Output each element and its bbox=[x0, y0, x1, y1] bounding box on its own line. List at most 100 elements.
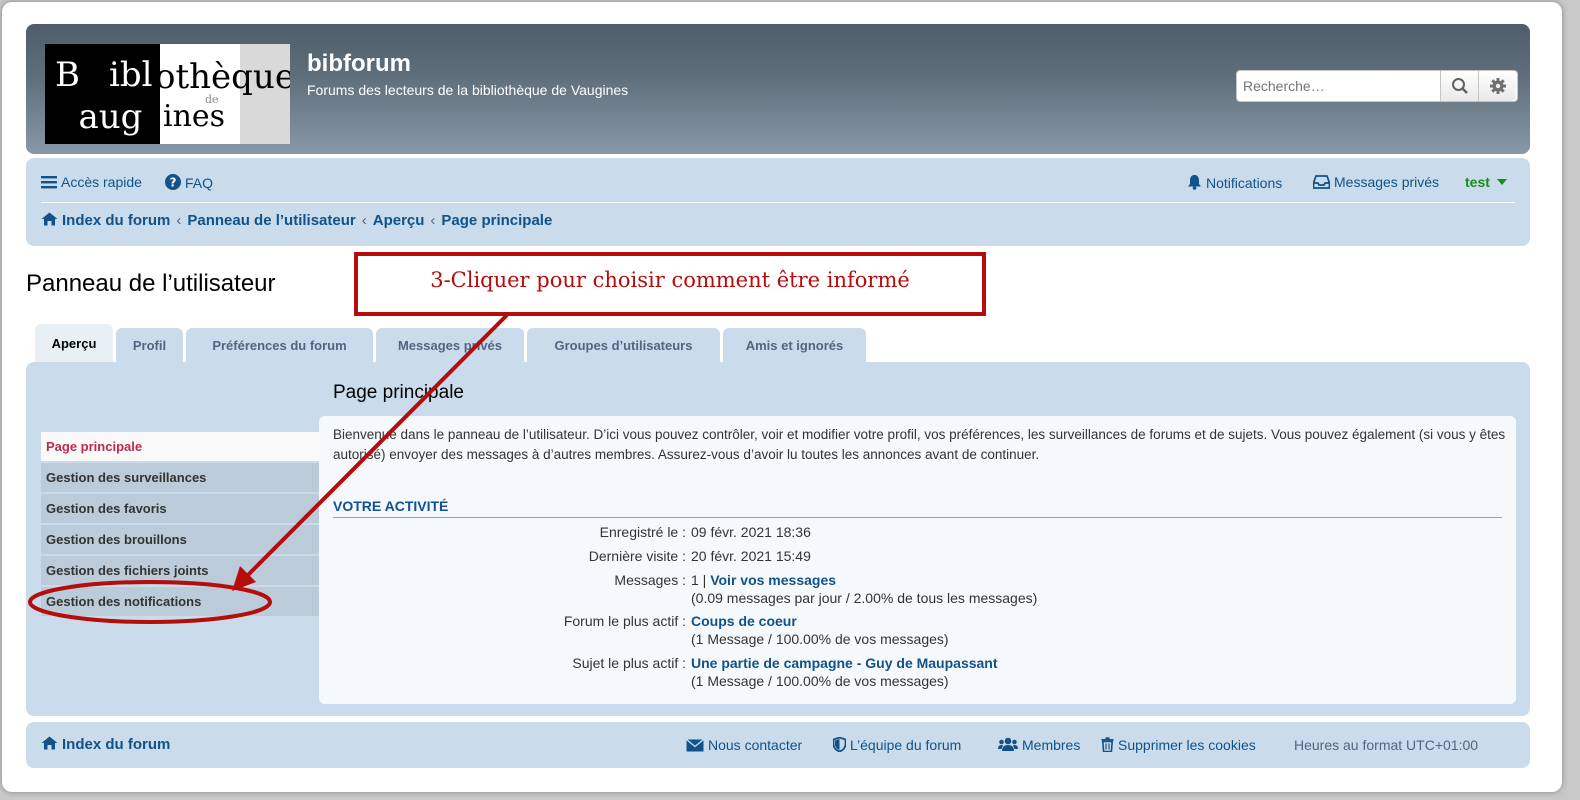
intro-text: Bienvenue dans le panneau de l’utilisate… bbox=[333, 427, 1506, 462]
logo-letter: de bbox=[205, 93, 219, 106]
side-menu-notifications[interactable]: Gestion des notifications bbox=[41, 587, 319, 616]
members-link[interactable]: Membres bbox=[998, 737, 1080, 753]
row-label: Forum le plus actif : bbox=[563, 613, 686, 629]
logo-letter: aug bbox=[78, 97, 143, 137]
trash-icon bbox=[1101, 737, 1114, 753]
browser-frame: B ibl othèque Vaug ines de bibforum Foru… bbox=[2, 2, 1562, 792]
tab-usergroups[interactable]: Groupes d’utilisateurs bbox=[527, 328, 720, 364]
quick-access-link[interactable]: Accès rapide bbox=[41, 174, 142, 190]
breadcrumb-separator: ‹ bbox=[361, 212, 367, 229]
quick-access-label: Accès rapide bbox=[61, 174, 142, 190]
username: test bbox=[1465, 174, 1490, 190]
row-sub: (1 Message / 100.00% de vos messages) bbox=[691, 631, 949, 647]
row-sub: (1 Message / 100.00% de vos messages) bbox=[691, 673, 949, 689]
gear-icon bbox=[1490, 78, 1506, 94]
tab-profile[interactable]: Profil bbox=[116, 328, 183, 364]
search-input[interactable] bbox=[1237, 71, 1440, 101]
notifications-link[interactable]: Notifications bbox=[1187, 174, 1282, 191]
tab-overview[interactable]: Aperçu bbox=[35, 324, 113, 364]
question-circle-icon: ? bbox=[165, 174, 181, 190]
team-link[interactable]: L’équipe du forum bbox=[832, 736, 962, 753]
tab-friends-foes[interactable]: Amis et ignorés bbox=[723, 328, 866, 364]
team-label: L’équipe du forum bbox=[850, 737, 962, 753]
breadcrumb-index[interactable]: Index du forum bbox=[62, 212, 170, 229]
breadcrumb-ucp[interactable]: Panneau de l’utilisateur bbox=[187, 212, 355, 229]
row-value: 09 févr. 2021 18:36 bbox=[691, 524, 811, 540]
row-value: Une partie de campagne - Guy de Maupassa… bbox=[691, 655, 998, 671]
contact-link[interactable]: Nous contacter bbox=[686, 737, 802, 753]
logo-letter: V bbox=[57, 97, 79, 137]
row-label: Messages : bbox=[614, 572, 686, 588]
caret-down-icon bbox=[1496, 179, 1507, 185]
row-label: Enregistré le : bbox=[599, 524, 686, 540]
logo-letter: ibl bbox=[109, 55, 153, 95]
row-sub: (0.09 messages par jour / 2.00% de tous … bbox=[691, 590, 1038, 606]
footer-index-link[interactable]: Index du forum bbox=[41, 736, 170, 753]
breadcrumb-main-page[interactable]: Page principale bbox=[441, 212, 552, 229]
search-button[interactable] bbox=[1440, 71, 1478, 101]
row-label: Sujet le plus actif : bbox=[572, 655, 686, 671]
row-value: 20 févr. 2021 15:49 bbox=[691, 548, 811, 564]
row-label: Dernière visite : bbox=[588, 548, 686, 564]
active-topic-link[interactable]: Une partie de campagne - Guy de Maupassa… bbox=[691, 655, 998, 671]
logo-letter: B bbox=[55, 55, 80, 95]
side-menu-attachments[interactable]: Gestion des fichiers joints bbox=[41, 556, 319, 585]
annotation-text: 3-Cliquer pour choisir comment être info… bbox=[430, 268, 910, 292]
logo-letter: Vaug bbox=[57, 100, 142, 134]
breadcrumb-overview[interactable]: Aperçu bbox=[373, 212, 425, 229]
private-messages-link[interactable]: Messages privés bbox=[1312, 174, 1440, 190]
row-value: Coups de coeur bbox=[691, 613, 797, 629]
search-icon bbox=[1452, 78, 1468, 94]
side-menu-drafts[interactable]: Gestion des brouillons bbox=[41, 525, 319, 554]
shield-icon bbox=[832, 736, 847, 753]
navbar-divider bbox=[41, 202, 1515, 203]
delete-cookies-label: Supprimer les cookies bbox=[1118, 737, 1256, 753]
tab-forum-preferences[interactable]: Préférences du forum bbox=[186, 328, 373, 364]
faq-link[interactable]: ? FAQ bbox=[165, 174, 213, 191]
logo-letter: othèque bbox=[155, 57, 290, 97]
content-title: Page principale bbox=[333, 382, 464, 403]
tab-private-messages[interactable]: Messages privés bbox=[376, 328, 524, 364]
faq-label: FAQ bbox=[185, 175, 214, 191]
site-description: Forums des lecteurs de la bibliothèque d… bbox=[307, 82, 629, 98]
footer-index-label: Index du forum bbox=[62, 736, 171, 753]
breadcrumb-separator: ‹ bbox=[430, 212, 436, 229]
delete-cookies-link[interactable]: Supprimer les cookies bbox=[1101, 737, 1256, 753]
content-box: Bienvenue dans le panneau de l’utilisate… bbox=[319, 416, 1516, 704]
active-forum-link[interactable]: Coups de coeur bbox=[691, 613, 797, 629]
home-icon bbox=[41, 212, 58, 226]
page-title: Panneau de l’utilisateur bbox=[26, 270, 276, 297]
navbar-links: Accès rapide ? FAQ Notifications Messages… bbox=[41, 172, 1515, 196]
home-icon bbox=[41, 736, 58, 750]
user-menu[interactable]: test bbox=[1465, 174, 1511, 190]
side-menu: Page principale Gestion des surveillance… bbox=[41, 432, 319, 618]
envelope-icon bbox=[686, 738, 704, 752]
row-value: 1 | Voir vos messages bbox=[691, 572, 836, 588]
breadcrumb-separator: ‹ bbox=[176, 212, 182, 229]
side-menu-subscriptions[interactable]: Gestion des surveillances bbox=[41, 463, 319, 492]
logo-letter: ines bbox=[163, 99, 226, 134]
site-footer: Index du forum Nous contacter L’équipe d… bbox=[26, 722, 1530, 768]
side-menu-bookmarks[interactable]: Gestion des favoris bbox=[41, 494, 319, 523]
users-icon bbox=[998, 737, 1018, 751]
activity-title: VOTRE ACTIVITÉ bbox=[333, 498, 449, 514]
private-messages-label: Messages privés bbox=[1334, 174, 1440, 190]
view-posts-link[interactable]: Voir vos messages bbox=[710, 572, 836, 588]
posts-count: 1 | bbox=[691, 572, 707, 588]
members-label: Membres bbox=[1022, 737, 1081, 753]
site-header: B ibl othèque Vaug ines de bibforum Foru… bbox=[26, 24, 1530, 154]
advanced-search-button[interactable] bbox=[1478, 71, 1516, 101]
svg-text:?: ? bbox=[170, 176, 177, 190]
site-logo[interactable]: B ibl othèque Vaug ines de bbox=[45, 44, 290, 144]
timezone-info: Heures au format UTC+01:00 bbox=[1294, 737, 1479, 753]
annotation-callout: 3-Cliquer pour choisir comment être info… bbox=[354, 252, 986, 316]
menu-icon bbox=[41, 176, 57, 189]
side-menu-main-page[interactable]: Page principale bbox=[41, 432, 319, 461]
activity-divider bbox=[333, 517, 1502, 518]
search-box bbox=[1236, 70, 1518, 102]
ucp-panel: Page principale Gestion des surveillance… bbox=[26, 362, 1530, 716]
inbox-icon bbox=[1312, 175, 1331, 189]
contact-label: Nous contacter bbox=[708, 737, 803, 753]
site-title[interactable]: bibforum bbox=[307, 50, 411, 78]
notifications-label: Notifications bbox=[1206, 175, 1283, 191]
